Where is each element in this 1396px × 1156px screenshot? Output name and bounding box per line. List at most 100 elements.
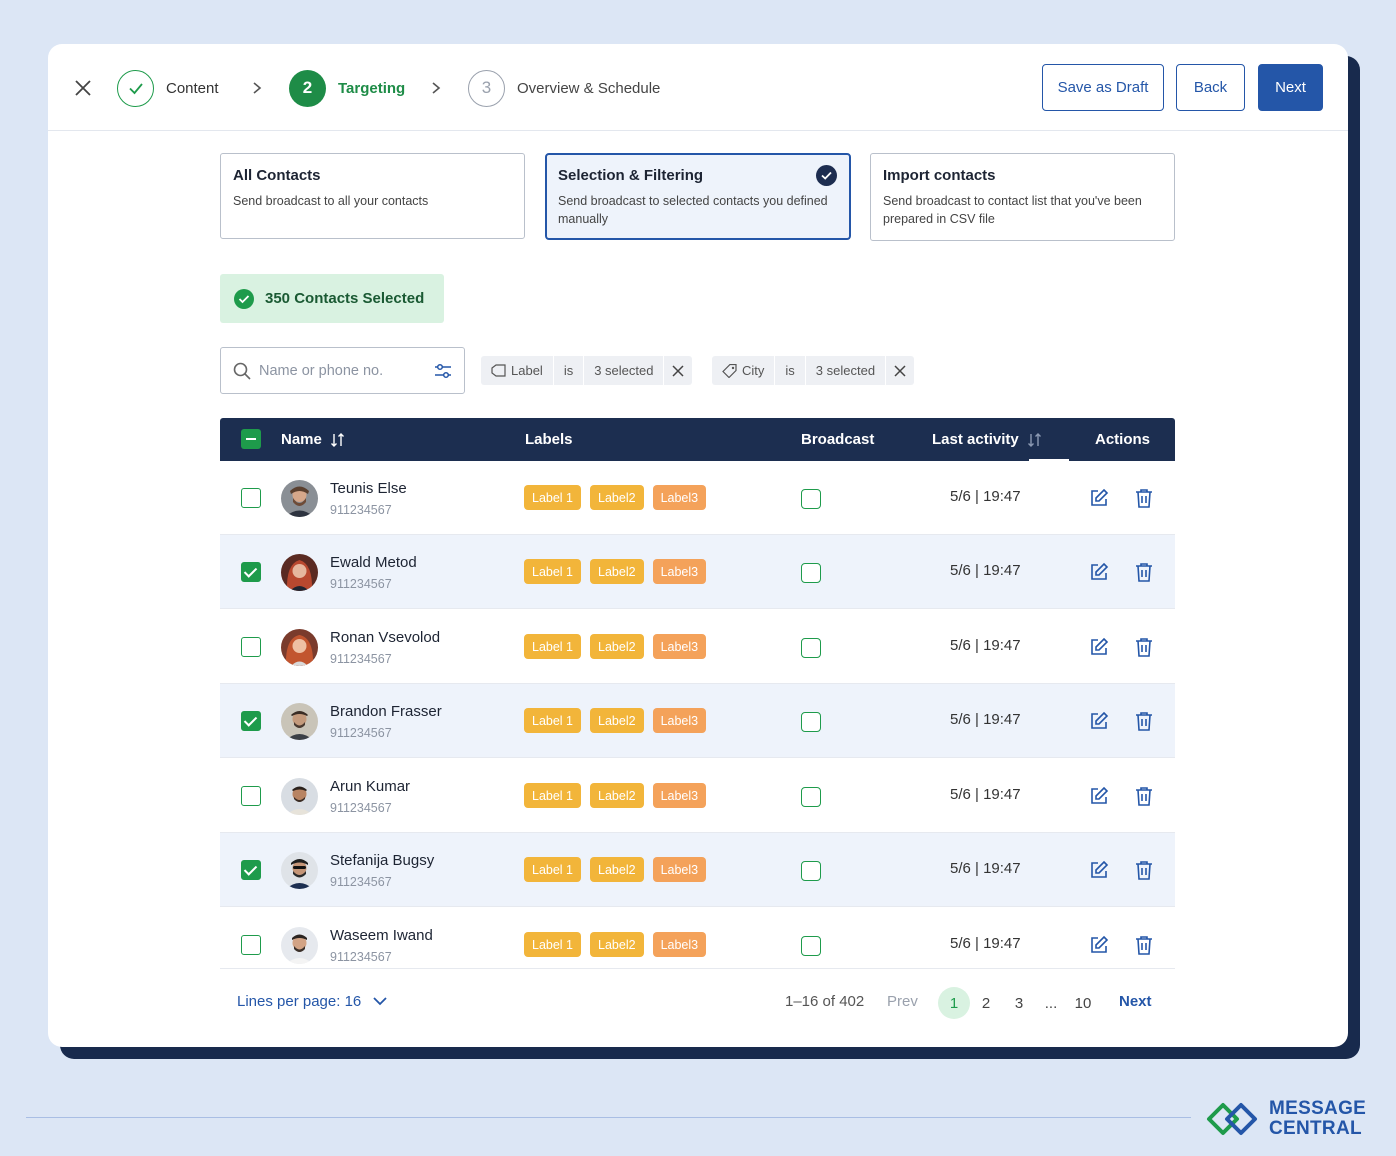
broadcast-checkbox[interactable] [801,638,821,658]
filter-value[interactable]: 3 selected [584,356,665,385]
wizard-header: Content 2 Targeting 3 Overview & Schedul… [48,44,1348,131]
edit-icon[interactable] [1089,711,1109,731]
step-content[interactable]: Content [117,69,219,107]
filter-chip-city: City is 3 selected [712,356,915,385]
broadcast-checkbox[interactable] [801,563,821,583]
row-checkbox[interactable] [241,711,261,731]
prev-page-button[interactable]: Prev [887,993,918,1010]
option-title: Selection & Filtering [558,167,704,184]
chevron-down-icon [373,997,387,1006]
table-row: Arun Kumar 911234567 Label 1 Label2 Labe… [220,759,1175,833]
label-list: Label 1 Label2 Label3 [524,634,707,659]
step-number: 2 [289,69,326,107]
label-badge: Label3 [652,485,707,510]
remove-filter-button[interactable] [886,356,914,385]
page-button[interactable]: 2 [970,987,1002,1019]
edit-icon[interactable] [1089,935,1109,955]
option-title: Import contacts [883,167,996,184]
save-draft-button[interactable]: Save as Draft [1042,64,1164,111]
trash-icon[interactable] [1135,711,1153,731]
row-checkbox[interactable] [241,786,261,806]
label-badge: Label 1 [524,485,582,510]
search-input[interactable] [259,362,419,379]
contact-name: Teunis Else [330,480,407,497]
edit-icon[interactable] [1089,488,1109,508]
table-row: Ewald Metod 911234567 Label 1 Label2 Lab… [220,535,1175,609]
back-button[interactable]: Back [1176,64,1245,111]
broadcast-checkbox[interactable] [801,936,821,956]
page-button[interactable]: 10 [1067,987,1099,1019]
trash-icon[interactable] [1135,562,1153,582]
step-overview-schedule[interactable]: 3 Overview & Schedule [468,69,660,107]
filter-sliders-icon[interactable] [434,362,452,380]
trash-icon[interactable] [1135,935,1153,955]
sort-icon[interactable] [330,432,346,448]
remove-filter-button[interactable] [664,356,692,385]
edit-icon[interactable] [1089,786,1109,806]
edit-icon[interactable] [1089,860,1109,880]
column-last-activity[interactable]: Last activity [932,418,1043,461]
last-activity: 5/6 | 19:47 [950,711,1021,728]
row-checkbox[interactable] [241,935,261,955]
page-button[interactable]: 3 [1003,987,1035,1019]
step-number: 3 [468,69,505,107]
brand-line-1: MESSAGE [1269,1098,1367,1119]
broadcast-checkbox[interactable] [801,787,821,807]
option-all-contacts[interactable]: All Contacts Send broadcast to all your … [220,153,525,239]
row-checkbox[interactable] [241,637,261,657]
divider [26,1117,1191,1118]
column-name[interactable]: Name [281,418,346,461]
broadcast-checkbox[interactable] [801,861,821,881]
option-selection-filtering[interactable]: Selection & Filtering Send broadcast to … [545,153,851,240]
step-targeting[interactable]: 2 Targeting [289,69,405,107]
row-checkbox[interactable] [241,860,261,880]
next-page-button[interactable]: Next [1119,993,1152,1010]
filter-operator[interactable]: is [775,356,806,385]
step-label: Targeting [338,79,406,97]
select-all-checkbox[interactable] [241,429,261,449]
last-activity: 5/6 | 19:47 [950,562,1021,579]
lines-per-page-label: Lines per page: 16 [237,993,362,1010]
contact-phone: 911234567 [330,503,392,517]
trash-icon[interactable] [1135,488,1153,508]
filter-value[interactable]: 3 selected [806,356,887,385]
contact-name: Brandon Frasser [330,703,442,720]
column-actions: Actions [1095,431,1151,448]
sort-icon[interactable] [1027,432,1043,448]
label-list: Label 1 Label2 Label3 [524,559,707,584]
edit-icon[interactable] [1089,637,1109,657]
contact-name: Stefanija Bugsy [330,852,435,869]
table-row: Stefanija Bugsy 911234567 Label 1 Label2… [220,833,1175,907]
next-button[interactable]: Next [1258,64,1323,111]
step-label: Overview & Schedule [517,79,661,97]
lines-per-page-select[interactable]: Lines per page: 16 [237,993,387,1010]
option-description: Send broadcast to all your contacts [233,194,429,208]
label-badge: Label3 [652,857,707,882]
filter-operator[interactable]: is [554,356,585,385]
broadcast-checkbox[interactable] [801,712,821,732]
contacts-selected-text: 350 Contacts Selected [265,290,425,307]
chevron-right-icon [432,82,441,94]
column-broadcast: Broadcast [801,431,875,448]
label-badge: Label3 [652,932,707,957]
option-title: All Contacts [233,167,321,184]
filter-field[interactable]: Label [481,356,554,385]
contact-name: Waseem Iwand [330,927,433,944]
trash-icon[interactable] [1135,860,1153,880]
check-icon [128,83,143,95]
trash-icon[interactable] [1135,786,1153,806]
close-icon[interactable] [73,78,93,98]
row-checkbox[interactable] [241,488,261,508]
avatar [281,554,318,591]
check-circle-icon [234,288,254,309]
broadcast-checkbox[interactable] [801,489,821,509]
filter-field[interactable]: City [712,356,776,385]
label-list: Label 1 Label2 Label3 [524,783,707,808]
page-button-current[interactable]: 1 [938,987,970,1019]
search-icon [233,362,251,380]
trash-icon[interactable] [1135,637,1153,657]
option-import-contacts[interactable]: Import contacts Send broadcast to contac… [870,153,1175,241]
edit-icon[interactable] [1089,562,1109,582]
label-badge: Label2 [590,783,644,808]
row-checkbox[interactable] [241,562,261,582]
